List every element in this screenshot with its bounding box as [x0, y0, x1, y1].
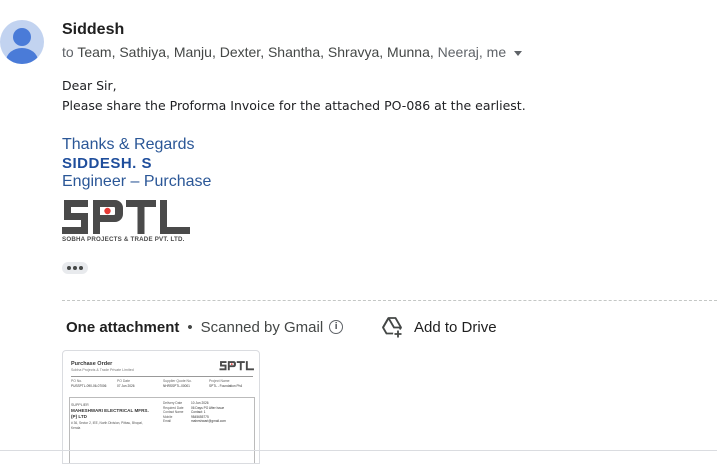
- bottom-border: [0, 450, 717, 451]
- ellipsis-dot: [73, 266, 77, 270]
- thumb-kv-values: 10 Jun 2026 06 Days PO After Issue Conta…: [191, 401, 226, 424]
- attachments-header: One attachment • Scanned by Gmail i: [66, 316, 344, 338]
- scanned-by-gmail: Scanned by Gmail: [200, 318, 324, 336]
- thumb-kv-key: Email: [163, 419, 171, 424]
- signature-thanks: Thanks & Regards: [62, 136, 195, 153]
- info-icon[interactable]: i: [329, 320, 344, 334]
- sender-avatar[interactable]: [0, 20, 44, 64]
- thumb-col-label: PO Date: [117, 379, 131, 383]
- attachments-divider: [62, 300, 717, 301]
- message-text: Please share the Proforma Invoice for th…: [62, 98, 526, 113]
- thumb-kv-key: Delivery Date: [163, 401, 183, 405]
- add-to-drive-icon: [382, 317, 403, 339]
- thumb-doc-subtitle: Sobha Projects & Trade Private Limited: [71, 368, 134, 372]
- avatar-head-shape: [13, 28, 31, 46]
- show-details-caret-icon[interactable]: [514, 50, 523, 56]
- thumb-kv-keys: Delivery Date Required Date Contact Name…: [163, 401, 184, 424]
- signature-block: Thanks & Regards SIDDESH. S Engineer – P…: [62, 136, 211, 191]
- thumb-rule: [71, 376, 253, 377]
- recipients-tail: Neeraj, me: [437, 44, 507, 60]
- ellipsis-dot: [67, 266, 71, 270]
- message-body: Dear Sir, Please share the Proforma Invo…: [62, 76, 526, 116]
- thumb-col-value: PUSSPTL-090-06-07006: [71, 384, 107, 388]
- thumb-col-value: 07 Jun 2026: [117, 384, 135, 388]
- greeting: Dear Sir,: [62, 78, 117, 93]
- logo-red-dot: [104, 207, 111, 215]
- message-header: Siddesh to Team, Sathiya, Manju, Dexter,…: [0, 18, 717, 68]
- add-to-drive-label: Add to Drive: [414, 318, 497, 336]
- thumb-col-label: Supplier Quote No.: [163, 379, 192, 383]
- recipients-list: Team, Sathiya, Manju, Dexter, Shantha, S…: [77, 44, 434, 60]
- separator-bullet: •: [187, 318, 193, 336]
- thumb-col-label: PO No.: [71, 379, 83, 383]
- show-trimmed-content-button[interactable]: [62, 262, 88, 274]
- thumb-col-label: Project Name: [209, 379, 230, 383]
- thumb-col-value: NHRSSPTL-00001: [163, 384, 190, 388]
- thumb-col-value: SPTL - Foundation Ph4: [209, 384, 243, 388]
- signature-role: Engineer – Purchase: [62, 173, 212, 190]
- attachments-title: One attachment: [66, 318, 180, 336]
- thumb-supplier-address: # 36, Sector 2, IEE, North Division, Pit…: [71, 421, 143, 430]
- attachment-thumbnail[interactable]: Purchase Order Sobha Projects & Trade Pr…: [62, 350, 260, 464]
- signature-name: SIDDESH. S: [62, 155, 153, 172]
- thumb-kv-value: maheshwari@gmail.com: [191, 419, 226, 424]
- thumb-doc-title: Purchase Order: [71, 361, 113, 367]
- company-name: SOBHA PROJECTS & TRADE PVT. LTD.: [62, 236, 185, 243]
- thumb-supplier-name: MAHESHWARI ELECTRICAL MFRS.(P) LTD: [71, 408, 149, 419]
- sender-name[interactable]: Siddesh: [62, 21, 124, 39]
- thumb-sptl-logo: [219, 361, 254, 371]
- ellipsis-dot: [79, 266, 83, 270]
- to-prefix: to: [62, 44, 74, 60]
- thumb-supplier-header: SUPPLIER: [71, 403, 89, 407]
- add-to-drive-button[interactable]: Add to Drive: [380, 314, 497, 340]
- avatar-body-shape: [6, 48, 38, 64]
- recipients-line[interactable]: to Team, Sathiya, Manju, Dexter, Shantha…: [62, 44, 523, 60]
